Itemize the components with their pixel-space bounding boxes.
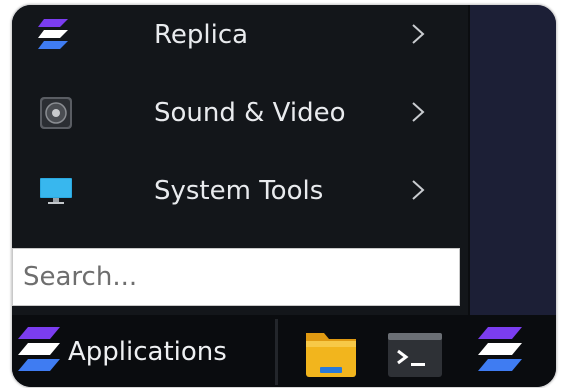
search-input[interactable]: Search... bbox=[12, 248, 460, 306]
chevron-right-icon bbox=[412, 180, 425, 200]
file-manager-icon[interactable] bbox=[300, 323, 362, 383]
replica-stack-icon bbox=[38, 19, 68, 49]
replica-stack-icon[interactable] bbox=[468, 323, 530, 383]
menu-item-system-tools[interactable]: System Tools bbox=[12, 155, 468, 225]
applications-menu: Replica Sound & Video System Tools Searc… bbox=[12, 5, 470, 315]
monitor-icon bbox=[40, 178, 72, 204]
taskbar-separator bbox=[275, 319, 278, 385]
speaker-icon bbox=[40, 97, 72, 129]
menu-item-replica[interactable]: Replica bbox=[12, 5, 468, 69]
taskbar: Applications bbox=[12, 315, 556, 387]
applications-button[interactable]: Applications bbox=[12, 315, 274, 387]
chevron-right-icon bbox=[412, 102, 425, 122]
replica-stack-icon bbox=[18, 327, 60, 371]
menu-item-label: System Tools bbox=[154, 176, 324, 206]
menu-item-label: Sound & Video bbox=[154, 98, 346, 128]
screen-frame: Replica Sound & Video System Tools Searc… bbox=[11, 4, 557, 388]
applications-label: Applications bbox=[68, 337, 227, 367]
chevron-right-icon bbox=[412, 24, 425, 44]
search-placeholder: Search... bbox=[23, 262, 138, 292]
menu-item-sound-video[interactable]: Sound & Video bbox=[12, 77, 468, 147]
menu-item-label: Replica bbox=[154, 20, 249, 50]
terminal-icon[interactable] bbox=[384, 323, 446, 383]
